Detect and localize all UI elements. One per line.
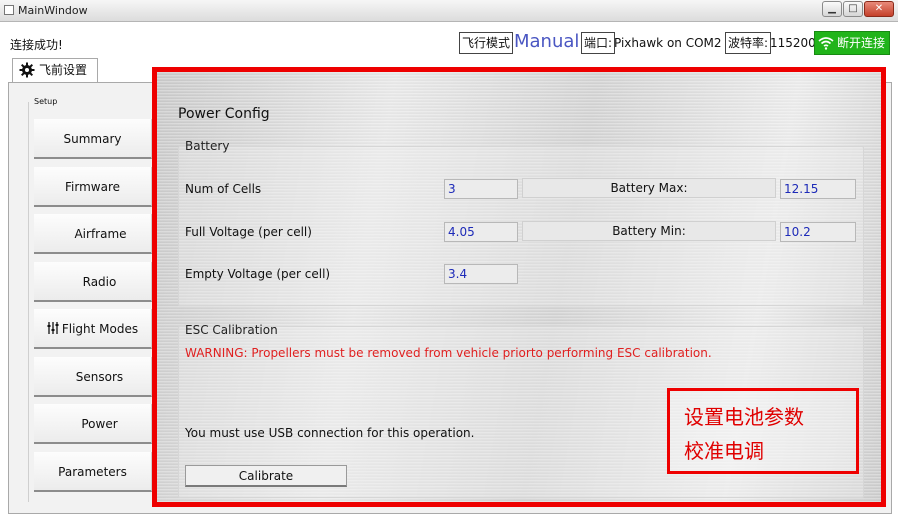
- baud-value: 115200: [770, 36, 816, 50]
- sidebar-item-flight-modes[interactable]: Flight Modes: [34, 309, 152, 349]
- port-value: Pixhawk on COM2: [614, 36, 722, 50]
- sidebar-item-power[interactable]: Power: [34, 404, 152, 444]
- sidebar-item-label: Power: [81, 417, 118, 431]
- title-bar: MainWindow ▁ □ ✕: [0, 0, 898, 22]
- full-voltage-input[interactable]: 4.05: [444, 222, 518, 242]
- battery-group-title: Battery: [185, 139, 230, 153]
- sidebar-item-sensors[interactable]: Sensors: [34, 357, 152, 397]
- battery-max-label: Battery Max:: [522, 178, 776, 198]
- gear-icon: [19, 62, 35, 78]
- esc-group-title: ESC Calibration: [185, 323, 278, 337]
- sidebar-item-label: Radio: [82, 275, 117, 289]
- sidebar-item-airframe[interactable]: Airframe: [34, 214, 152, 254]
- page-title: Power Config: [178, 106, 270, 122]
- usb-note-text: You must use USB connection for this ope…: [185, 426, 475, 440]
- close-button[interactable]: ✕: [864, 1, 894, 17]
- sidebar-item-parameters[interactable]: Parameters: [34, 452, 152, 492]
- sidebar-item-label: Summary: [63, 132, 122, 146]
- minimize-button[interactable]: ▁: [822, 1, 842, 17]
- sidebar-item-label: Flight Modes: [61, 322, 139, 336]
- num-cells-input[interactable]: 3: [444, 179, 518, 199]
- sidebar-item-label: Firmware: [65, 180, 120, 194]
- connection-status: 连接成功!: [10, 38, 63, 52]
- app-icon: [4, 5, 14, 15]
- sidebar-item-label: Airframe: [74, 227, 127, 241]
- disconnect-button[interactable]: 断开连接: [814, 31, 890, 55]
- annotation-line-1: 设置电池参数: [684, 405, 804, 429]
- battery-min-label: Battery Min:: [522, 221, 776, 241]
- annotation-line-2: 校准电调: [684, 439, 764, 463]
- sidebar-item-label: Parameters: [58, 465, 127, 479]
- baud-label: 波特率:: [725, 32, 772, 54]
- tab-label: 飞前设置: [39, 63, 88, 77]
- flight-mode-label: 飞行模式: [459, 32, 514, 54]
- wifi-icon: [818, 37, 834, 50]
- esc-warning-text: WARNING: Propellers must be removed from…: [185, 346, 712, 360]
- sliders-icon: [47, 322, 59, 334]
- window-title: MainWindow: [18, 4, 88, 17]
- battery-min-value: 10.2: [780, 222, 856, 242]
- disconnect-label: 断开连接: [837, 36, 886, 50]
- port-label: 端口:: [581, 32, 616, 54]
- sidebar-item-summary[interactable]: Summary: [34, 119, 152, 159]
- setup-group-label: Setup: [33, 97, 59, 106]
- num-cells-label: Num of Cells: [185, 182, 262, 196]
- full-voltage-label: Full Voltage (per cell): [185, 225, 312, 239]
- maximize-button[interactable]: □: [843, 1, 863, 17]
- sidebar-item-radio[interactable]: Radio: [34, 262, 152, 302]
- battery-max-value: 12.15: [780, 179, 856, 199]
- sidebar-item-firmware[interactable]: Firmware: [34, 167, 152, 207]
- tab-preflight-setup[interactable]: 飞前设置: [12, 58, 98, 82]
- sidebar-item-label: Sensors: [75, 370, 124, 384]
- empty-voltage-label: Empty Voltage (per cell): [185, 267, 331, 281]
- empty-voltage-input[interactable]: 3.4: [444, 264, 518, 284]
- annotation-box: 设置电池参数 校准电调: [667, 388, 859, 474]
- flight-mode-value: Manual: [514, 31, 580, 52]
- calibrate-button[interactable]: Calibrate: [185, 465, 347, 487]
